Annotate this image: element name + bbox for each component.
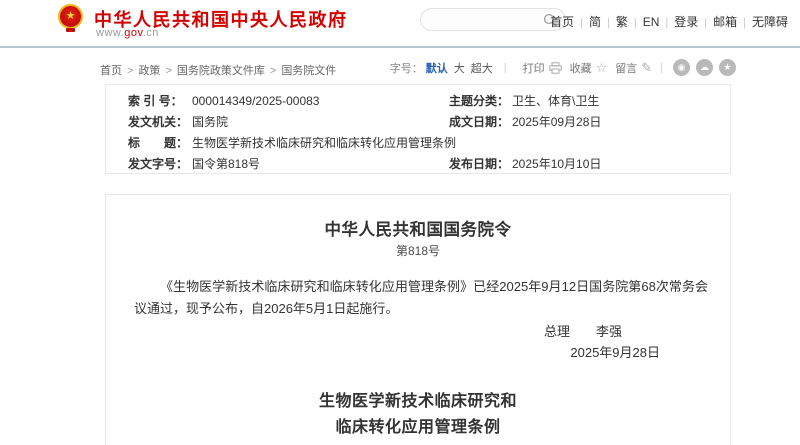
nav-mail[interactable]: 邮箱 (713, 15, 737, 29)
document-meta-card: 索 引 号： 000014349/2025-00083 主题分类： 卫生、体育\… (105, 84, 731, 174)
meta-category-value: 卫生、体育\卫生 (512, 92, 599, 110)
toolbar-separator: | (504, 62, 507, 74)
wechat-share-icon[interactable]: ☁ (696, 59, 713, 76)
nav-login[interactable]: 登录 (674, 15, 698, 29)
nav-english[interactable]: EN (643, 15, 660, 29)
document-body-card: 中华人民共和国国务院令 第818号 《生物医学新技术临床研究和临床转化应用管理条… (105, 194, 731, 445)
meta-publish-date-label: 发布日期： (449, 155, 509, 173)
breadcrumb-separator: > (270, 65, 276, 77)
breadcrumb-policy-library[interactable]: 国务院政策文件库 (177, 65, 265, 77)
breadcrumb-separator: > (165, 65, 171, 77)
font-size-default-button[interactable]: 默认 (426, 60, 448, 76)
site-url-www: www. (96, 27, 124, 39)
regulation-title-line2: 临床转化应用管理条例 (106, 415, 730, 441)
nav-separator: | (580, 17, 583, 29)
header-divider (0, 46, 800, 48)
nav-traditional[interactable]: 繁 (616, 15, 628, 29)
favorite-star-icon[interactable]: ☆ (596, 60, 608, 76)
comment-pencil-icon[interactable]: ✎ (641, 60, 652, 76)
meta-written-date-value: 2025年09月28日 (512, 113, 601, 131)
nav-separator: | (634, 17, 637, 29)
breadcrumb-state-council-docs[interactable]: 国务院文件 (281, 65, 336, 77)
printer-icon[interactable] (549, 62, 562, 74)
page: ★ 中华人民共和国中央人民政府 www.gov.cn 首页|简|繁|EN|登录|… (0, 0, 800, 445)
meta-written-date-label: 成文日期： (449, 113, 509, 131)
meta-row: 索 引 号： 000014349/2025-00083 主题分类： 卫生、体育\… (106, 92, 730, 110)
decree-title: 中华人民共和国国务院令 (106, 216, 730, 240)
nav-home[interactable]: 首页 (550, 15, 574, 29)
signer-line: 总理 李强 (106, 321, 730, 340)
qzone-share-icon[interactable]: ★ (719, 59, 736, 76)
font-size-xlarge-button[interactable]: 超大 (471, 60, 493, 76)
nav-separator: | (743, 17, 746, 29)
search-box[interactable] (420, 8, 566, 31)
share-buttons: ◉ ☁ ★ (673, 59, 736, 76)
nav-separator: | (607, 17, 610, 29)
print-button[interactable]: 打印 (523, 60, 545, 76)
meta-issuer-value: 国务院 (192, 113, 228, 131)
decree-paragraph: 《生物医学新技术临床研究和临床转化应用管理条例》已经2025年9月12日国务院第… (134, 276, 708, 319)
breadcrumb-home[interactable]: 首页 (100, 65, 122, 77)
top-nav: 首页 | 简 | 繁 | EN | 登录 | 邮箱 | 无障碍 (550, 13, 788, 30)
meta-doc-number-value: 国令第818号 (192, 155, 260, 173)
site-url[interactable]: www.gov.cn (96, 27, 159, 39)
decree-number: 第818号 (106, 242, 730, 259)
meta-row: 发文字号： 国令第818号 发布日期： 2025年10月10日 (106, 155, 730, 173)
nav-simplified[interactable]: 简 (589, 15, 601, 29)
nav-accessibility[interactable]: 无障碍 (752, 15, 788, 29)
page-toolbar: 字号： 默认 大 超大 | 打印 收藏 ☆ 留言 ✎ | ◉ ☁ ★ (390, 59, 736, 76)
site-url-gov: gov (124, 27, 142, 39)
nav-separator: | (704, 17, 707, 29)
regulation-title-line1: 生物医学新技术临床研究和 (106, 389, 730, 415)
meta-title-value: 生物医学新技术临床研究和临床转化应用管理条例 (192, 134, 456, 152)
meta-category-label: 主题分类： (449, 92, 509, 110)
favorite-button[interactable]: 收藏 (570, 60, 592, 76)
breadcrumb: 首页 > 政策 > 国务院政策文件库 > 国务院文件 (100, 62, 336, 78)
sign-date: 2025年9月28日 (106, 342, 730, 361)
meta-row: 发文机关： 国务院 成文日期： 2025年09月28日 (106, 113, 730, 131)
breadcrumb-separator: > (127, 65, 133, 77)
site-url-cn: .cn (143, 27, 159, 39)
weibo-share-icon[interactable]: ◉ (673, 59, 690, 76)
breadcrumb-policy[interactable]: 政策 (138, 65, 160, 77)
nav-separator: | (665, 17, 668, 29)
meta-issuer-label: 发文机关： (128, 113, 188, 131)
meta-index-label: 索 引 号： (128, 92, 183, 110)
meta-row: 标 题： 生物医学新技术临床研究和临床转化应用管理条例 (106, 134, 730, 152)
meta-title-label: 标 题： (128, 134, 188, 152)
search-input[interactable] (431, 10, 541, 29)
meta-index-value: 000014349/2025-00083 (192, 92, 319, 110)
comment-button[interactable]: 留言 (615, 60, 637, 76)
meta-publish-date-value: 2025年10月10日 (512, 155, 601, 173)
national-emblem-icon[interactable]: ★ (58, 4, 83, 29)
font-size-label: 字号： (390, 60, 423, 76)
toolbar-separator: | (660, 62, 663, 74)
regulation-title: 生物医学新技术临床研究和 临床转化应用管理条例 (106, 389, 730, 441)
font-size-large-button[interactable]: 大 (454, 60, 465, 76)
meta-doc-number-label: 发文字号： (128, 155, 188, 173)
